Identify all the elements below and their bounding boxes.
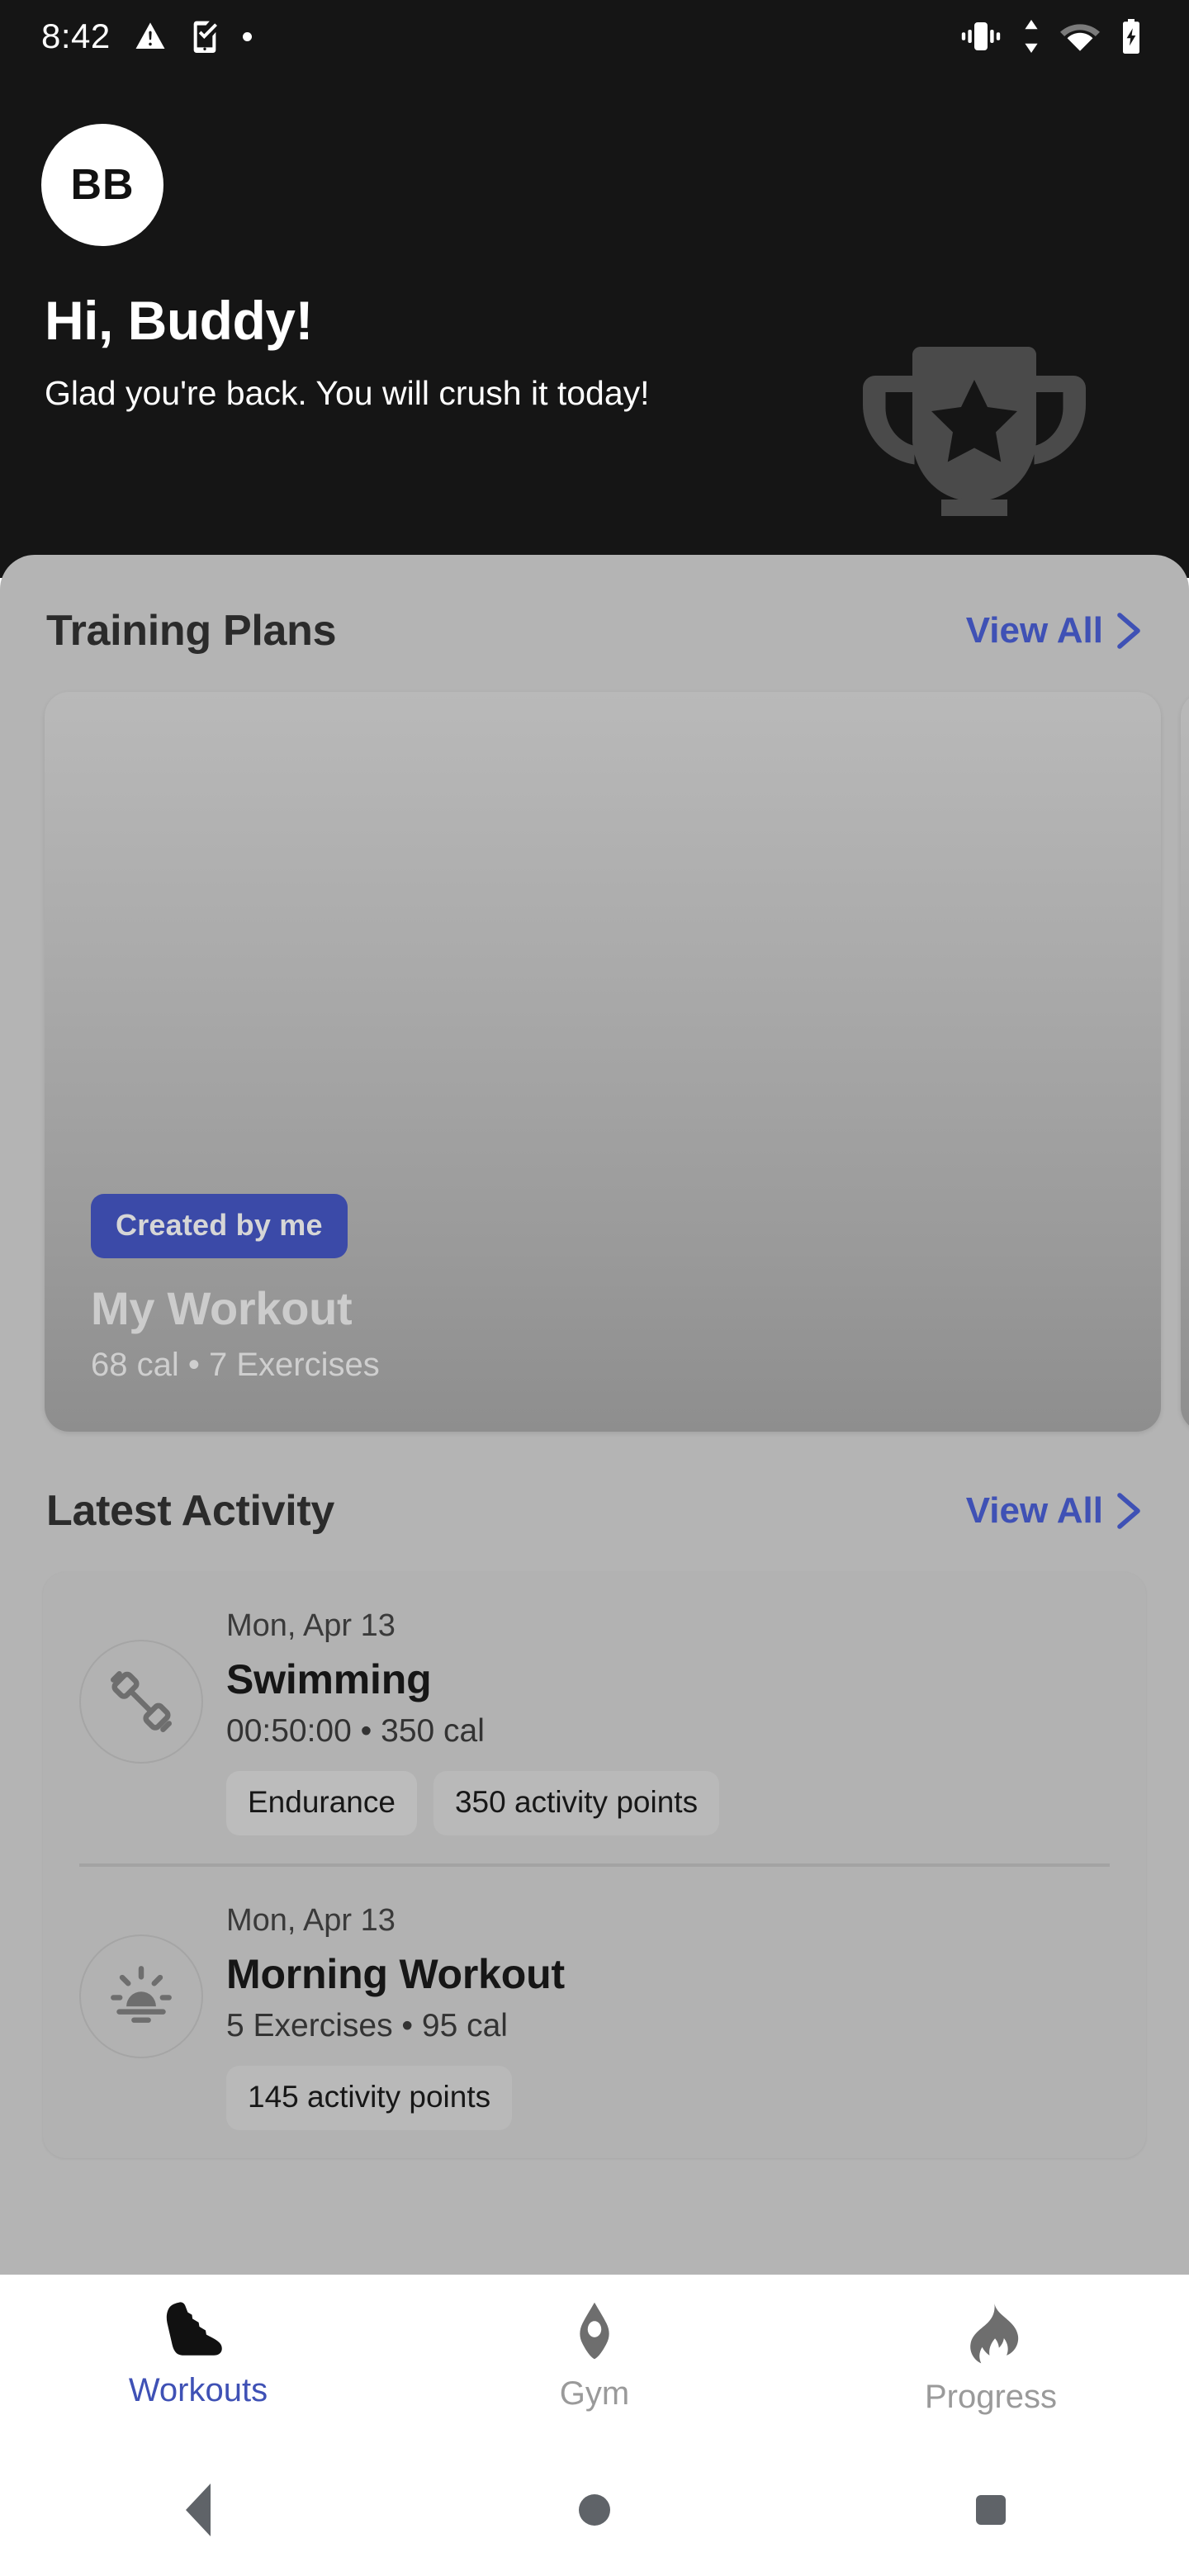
latest-activity-title: Latest Activity: [46, 1487, 335, 1535]
content-sheet: Training Plans View All Created by me My…: [0, 555, 1189, 2275]
home-circle-icon: [579, 2494, 610, 2526]
training-plan-name: My Workout: [91, 1282, 353, 1334]
status-bar-right: [959, 19, 1156, 54]
activity-meta: 00:50:00 • 350 cal: [226, 1713, 485, 1749]
chevron-right-icon: [1117, 1493, 1140, 1529]
tab-workouts-label: Workouts: [128, 2372, 268, 2408]
recents-square-icon: [976, 2495, 1006, 2525]
flame-icon: [970, 2301, 1019, 2364]
avatar-initials: BB: [70, 161, 135, 209]
training-plan-card-next[interactable]: [1181, 692, 1189, 1432]
system-home-button[interactable]: [396, 2494, 793, 2526]
status-badge: 350 activity points: [433, 1771, 720, 1835]
activity-details: Mon, Apr 13 Morning Workout 5 Exercises …: [226, 1900, 1110, 2130]
latest-activity-header: Latest Activity View All: [0, 1486, 1189, 1536]
training-plan-badge: Created by me: [91, 1194, 348, 1258]
tab-workouts[interactable]: Workouts: [0, 2299, 396, 2409]
activity-tags: Endurance 350 activity points: [226, 1771, 1110, 1835]
activity-meta: 5 Exercises • 95 cal: [226, 2008, 508, 2043]
activity-details: Mon, Apr 13 Swimming 00:50:00 • 350 cal …: [226, 1605, 1110, 1835]
activity-title: Morning Workout: [226, 1951, 565, 1997]
system-navigation-bar: [0, 2444, 1189, 2576]
status-bar-left: 8:42: [41, 17, 252, 56]
back-triangle-icon: [186, 2484, 211, 2536]
activity-date: Mon, Apr 13: [226, 1903, 396, 1938]
training-plans-carousel[interactable]: Created by me My Workout 68 cal • 7 Exer…: [0, 692, 1189, 1432]
system-recents-button[interactable]: [793, 2495, 1189, 2525]
status-bar: 8:42: [0, 0, 1189, 73]
training-plans-title: Training Plans: [46, 607, 337, 655]
activity-icon-circle: [79, 1934, 203, 2058]
warning-triangle-icon: [135, 22, 165, 49]
data-transfer-icon: [1025, 20, 1038, 53]
greeting-block: Hi, Buddy! Glad you're back. You will cr…: [45, 293, 771, 415]
tab-progress[interactable]: Progress: [793, 2299, 1189, 2416]
list-item[interactable]: Mon, Apr 13 Morning Workout 5 Exercises …: [43, 1867, 1146, 2158]
training-plans-view-all[interactable]: View All: [966, 610, 1143, 651]
sunrise-icon: [111, 1966, 172, 2023]
training-plan-card-body: Created by me My Workout 68 cal • 7 Exer…: [91, 1194, 1115, 1384]
latest-activity-view-all-label: View All: [965, 1490, 1103, 1531]
tab-progress-label: Progress: [924, 2379, 1058, 2415]
tab-gym[interactable]: Gym: [396, 2299, 793, 2413]
dot-icon: [242, 31, 252, 41]
activity-tags: 145 activity points: [226, 2066, 1110, 2130]
list-item[interactable]: Mon, Apr 13 Swimming 00:50:00 • 350 cal …: [43, 1572, 1146, 1863]
activity-title: Swimming: [226, 1656, 432, 1702]
activity-date: Mon, Apr 13: [226, 1608, 396, 1643]
training-plans-header: Training Plans View All: [0, 606, 1189, 656]
trophy-icon: [863, 347, 1086, 516]
battery-charging-icon: [1123, 19, 1139, 54]
chevron-right-icon: [1117, 613, 1140, 649]
phone-check-icon: [193, 21, 217, 53]
system-back-button[interactable]: [0, 2484, 396, 2536]
greeting-subtitle: Glad you're back. You will crush it toda…: [45, 374, 650, 412]
wifi-icon: [1060, 24, 1100, 51]
status-bar-clock: 8:42: [41, 17, 111, 55]
tab-gym-label: Gym: [559, 2375, 630, 2412]
dumbbell-icon: [111, 1671, 172, 1732]
sneaker-icon: [166, 2302, 222, 2356]
hero-header: 8:42 BB Hi, Buddy! Glad you're back. You…: [0, 0, 1189, 578]
training-plan-card[interactable]: Created by me My Workout 68 cal • 7 Exer…: [45, 692, 1161, 1432]
status-badge: Endurance: [226, 1771, 417, 1835]
vibrate-icon: [961, 22, 1001, 50]
latest-activity-list: Mon, Apr 13 Swimming 00:50:00 • 350 cal …: [43, 1572, 1146, 2158]
bottom-navigation: Workouts Gym Progress: [0, 2275, 1189, 2444]
status-badge: 145 activity points: [226, 2066, 513, 2130]
training-plan-meta: 68 cal • 7 Exercises: [91, 1347, 380, 1383]
gym-ring-icon: [580, 2302, 609, 2360]
app-screen: 8:42 BB Hi, Buddy! Glad you're back. You…: [0, 0, 1189, 2576]
latest-activity-view-all[interactable]: View All: [966, 1490, 1143, 1532]
training-plans-view-all-label: View All: [965, 610, 1103, 651]
activity-icon-circle: [79, 1640, 203, 1764]
greeting-title: Hi, Buddy!: [45, 290, 313, 351]
avatar[interactable]: BB: [41, 124, 163, 246]
